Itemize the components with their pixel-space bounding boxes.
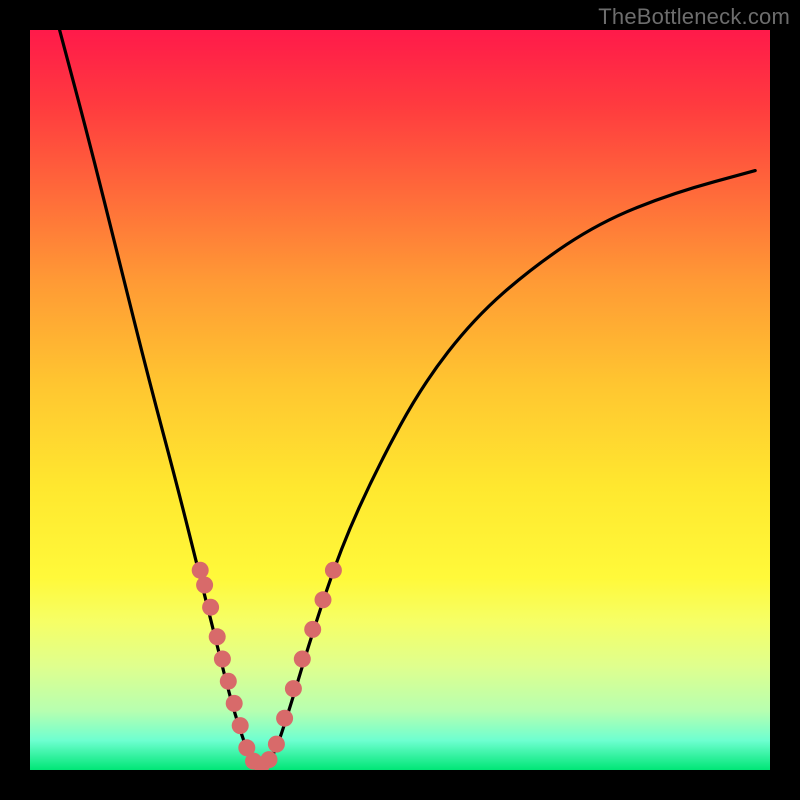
data-point xyxy=(220,673,237,690)
data-point xyxy=(276,710,293,727)
data-point xyxy=(268,736,285,753)
data-point xyxy=(202,599,219,616)
plot-area xyxy=(30,30,770,770)
chart-frame: TheBottleneck.com xyxy=(0,0,800,800)
data-point xyxy=(196,577,213,594)
data-points-group xyxy=(192,562,342,770)
curve-svg xyxy=(30,30,770,770)
data-point xyxy=(226,695,243,712)
data-point xyxy=(304,621,321,638)
data-point xyxy=(325,562,342,579)
data-point xyxy=(192,562,209,579)
data-point xyxy=(209,628,226,645)
data-point xyxy=(214,651,231,668)
watermark-text: TheBottleneck.com xyxy=(598,4,790,30)
data-point xyxy=(285,680,302,697)
data-point xyxy=(232,717,249,734)
bottleneck-curve xyxy=(60,30,756,765)
data-point xyxy=(294,651,311,668)
data-point xyxy=(261,751,278,768)
data-point xyxy=(315,591,332,608)
